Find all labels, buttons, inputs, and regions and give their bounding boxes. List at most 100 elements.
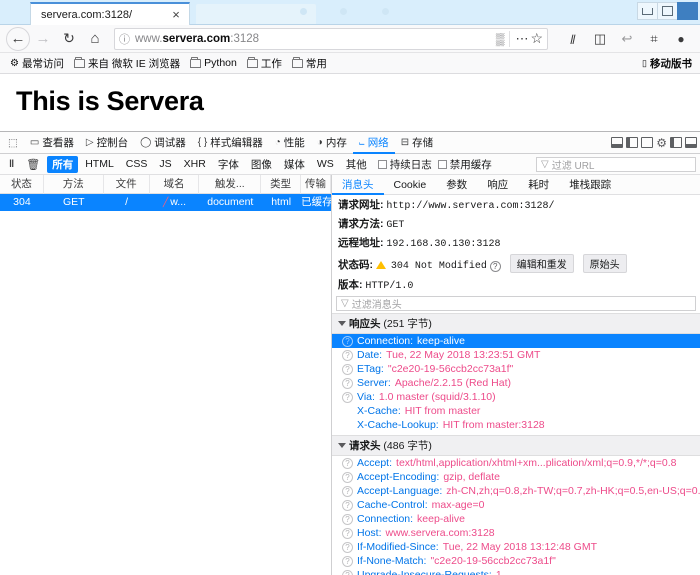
column-header-transfer[interactable]: 传输 (301, 174, 331, 194)
header-row[interactable]: ? Accept-Language: zh-CN,zh;q=0.8,zh-TW;… (332, 484, 700, 498)
tab-storage[interactable]: ⊟ 存储 (395, 132, 439, 154)
header-row[interactable]: ? If-Modified-Since: Tue, 22 May 2018 13… (332, 540, 700, 554)
column-header-status[interactable]: 状态 (0, 174, 44, 194)
home-icon[interactable]: ⌂ (82, 27, 108, 51)
header-filter-input[interactable]: ▽ 过滤消息头 (336, 296, 696, 311)
tab-params[interactable]: 参数 (436, 175, 477, 195)
header-row[interactable]: ? Connection: keep-alive (332, 512, 700, 526)
save-icon[interactable] (641, 137, 654, 148)
help-icon[interactable]: ? (342, 485, 353, 497)
help-icon[interactable]: ? (342, 391, 353, 403)
edit-and-resend-button[interactable]: 编辑和重发 (509, 254, 574, 273)
header-row[interactable]: ? Connection: keep-alive (332, 334, 700, 348)
detail-scroll-area[interactable]: 请求网址: http://www.servera.com:3128/ 请求方法:… (332, 195, 700, 575)
raw-headers-button[interactable]: 原始头 (582, 254, 627, 273)
bookmark-common[interactable]: 常用 (288, 55, 331, 72)
settings-gear-icon[interactable]: ⚙ (656, 136, 667, 150)
table-row[interactable]: 304 GET / ╱ w... document html 已缓存 (0, 194, 331, 211)
header-row[interactable]: ? Server: Apache/2.2.15 (Red Hat) (332, 376, 700, 390)
filter-css[interactable]: CSS (121, 157, 153, 171)
filter-other[interactable]: 其他 (341, 156, 372, 173)
header-row[interactable]: ? Accept-Encoding: gzip, deflate (332, 470, 700, 484)
header-row[interactable]: ? Host: www.servera.com:3128 (332, 526, 700, 540)
header-row[interactable]: ? Via: 1.0 master (squid/3.1.10) (332, 390, 700, 404)
sidebar-icon[interactable]: ◫ (587, 27, 613, 51)
column-header-method[interactable]: 方法 (44, 174, 104, 194)
header-row[interactable]: X-Cache-Lookup: HIT from master:3128 (332, 418, 700, 432)
tab-console[interactable]: ▷ 控制台 (80, 132, 134, 154)
help-icon[interactable]: ? (342, 555, 353, 567)
help-icon[interactable]: ? (342, 541, 353, 553)
response-headers-group[interactable]: 响应头 (251 字节) (332, 313, 700, 334)
help-icon[interactable]: ? (342, 349, 353, 361)
tab-headers[interactable]: 消息头 (332, 175, 384, 195)
disable-cache-checkbox[interactable]: 禁用缓存 (434, 157, 492, 172)
tab-debugger[interactable]: ◯ 调试器 (134, 132, 192, 154)
tab-memory[interactable]: ◑ 内存 (311, 132, 353, 154)
header-row[interactable]: ? Cache-Control: max-age=0 (332, 498, 700, 512)
header-row[interactable]: ? Date: Tue, 22 May 2018 13:23:51 GMT (332, 348, 700, 362)
url-bar[interactable]: ⓘ www.servera.com:3128 ▒ ⋯ ☆ (114, 27, 548, 50)
help-icon[interactable]: ? (342, 363, 353, 375)
minimize-button[interactable] (637, 2, 658, 20)
filter-js[interactable]: JS (154, 157, 176, 171)
back-icon[interactable]: ← (6, 26, 30, 51)
filter-ws[interactable]: WS (312, 157, 339, 171)
maximize-button[interactable] (657, 2, 678, 20)
tab-performance[interactable]: ◔ 性能 (269, 132, 311, 154)
window-close-button[interactable] (677, 2, 698, 20)
layout-split-icon[interactable] (611, 137, 624, 148)
screenshot-icon[interactable]: ⌗ (641, 27, 667, 51)
help-icon[interactable]: ? (342, 513, 353, 525)
tab-cookies[interactable]: Cookie (384, 175, 437, 195)
header-row[interactable]: ? ETag: "c2e20-19-56ccb2cc73a1f" (332, 362, 700, 376)
help-icon[interactable]: ? (342, 335, 353, 347)
tab-network[interactable]: ⨽ 网络 (353, 132, 395, 154)
column-header-type[interactable]: 类型 (261, 174, 302, 194)
bookmark-ie-imported[interactable]: 来自 微软 IE 浏览器 (70, 55, 184, 72)
page-info-icon[interactable]: ⓘ (119, 31, 130, 47)
bookmark-work[interactable]: 工作 (243, 55, 286, 72)
filter-all[interactable]: 所有 (47, 155, 79, 173)
tab-stacktrace[interactable]: 堆栈跟踪 (559, 175, 621, 195)
dock-side-icon[interactable] (670, 137, 682, 148)
help-icon[interactable]: ? (342, 471, 353, 483)
column-header-cause[interactable]: 触发... (199, 174, 262, 194)
tab-response[interactable]: 响应 (477, 175, 518, 195)
element-picker-icon[interactable]: ⬚ (2, 132, 24, 154)
help-icon[interactable]: ? (342, 527, 353, 539)
header-row[interactable]: ? If-None-Match: "c2e20-19-56ccb2cc73a1f… (332, 554, 700, 568)
qr-code-icon[interactable]: ▒ (496, 32, 505, 46)
request-headers-group[interactable]: 请求头 (486 字节) (332, 435, 700, 456)
persist-logs-checkbox[interactable]: 持续日志 (374, 157, 432, 172)
tab-timings[interactable]: 耗时 (518, 175, 559, 195)
browser-tab[interactable]: servera.com:3128/ × (30, 2, 190, 25)
help-icon[interactable]: ? (342, 569, 353, 575)
bookmark-most-visited[interactable]: ⚙ 最常访问 (6, 55, 68, 72)
chat-icon[interactable]: ● (668, 27, 694, 51)
close-icon[interactable]: × (169, 8, 183, 22)
dock-bottom-icon[interactable] (685, 137, 697, 148)
filter-media[interactable]: 媒体 (279, 156, 310, 173)
responsive-design-icon[interactable] (626, 137, 639, 148)
filter-html[interactable]: HTML (80, 157, 119, 171)
filter-xhr[interactable]: XHR (179, 157, 211, 171)
help-icon[interactable]: ? (489, 261, 501, 272)
header-row[interactable]: ? Upgrade-Insecure-Requests: 1 (332, 568, 700, 575)
help-icon[interactable]: ? (342, 499, 353, 511)
help-icon[interactable]: ? (342, 457, 353, 469)
help-icon[interactable]: ? (342, 377, 353, 389)
tab-inspector[interactable]: ▭ 查看器 (24, 132, 80, 154)
column-header-domain[interactable]: 域名 (150, 174, 200, 194)
tab-style-editor[interactable]: { } 样式编辑器 (192, 132, 269, 154)
pause-icon[interactable]: ‖ (4, 157, 19, 171)
filter-url-input[interactable]: ▽ 过滤 URL (536, 156, 696, 172)
bookmark-mobile[interactable]: ▯ 移动版书 (642, 56, 694, 71)
header-row[interactable]: X-Cache: HIT from master (332, 404, 700, 418)
trash-icon[interactable]: 🗑 (21, 157, 45, 172)
history-back-icon[interactable]: ↩ (614, 27, 640, 51)
filter-fonts[interactable]: 字体 (213, 156, 244, 173)
header-row[interactable]: ? Accept: text/html,application/xhtml+xm… (332, 456, 700, 470)
page-actions-icon[interactable]: ⋯ (515, 31, 528, 47)
column-header-file[interactable]: 文件 (104, 174, 150, 194)
